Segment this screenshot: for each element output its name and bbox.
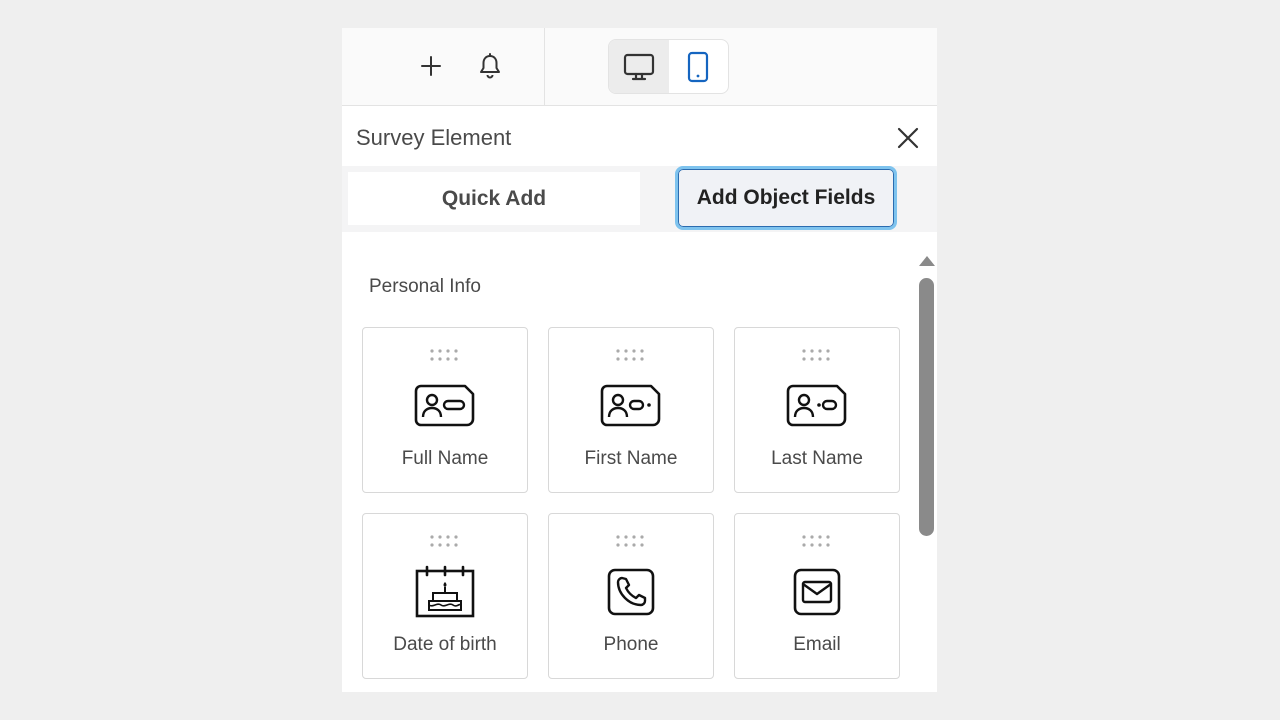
field-card-date-of-birth[interactable]: Date of birth <box>362 513 528 679</box>
panel-title: Survey Element <box>356 125 512 150</box>
drag-handle-icon[interactable] <box>429 534 461 548</box>
field-label: Email <box>793 634 841 655</box>
close-icon <box>897 127 919 149</box>
id-card-icon <box>599 380 663 432</box>
bell-icon <box>480 53 500 79</box>
drag-handle-icon[interactable] <box>429 348 461 362</box>
close-button[interactable] <box>892 122 924 154</box>
field-card-last-name[interactable]: Last Name <box>734 327 900 493</box>
tab-add-object-fields[interactable]: Add Object Fields <box>675 166 897 230</box>
tab-bar: Quick Add Add Object Fields <box>342 166 937 232</box>
mobile-view-button[interactable] <box>669 40 729 93</box>
field-card-email[interactable]: Email <box>734 513 900 679</box>
envelope-icon <box>785 566 849 618</box>
top-toolbar <box>342 28 937 106</box>
drag-handle-icon[interactable] <box>615 348 647 362</box>
panel-header: Survey Element <box>342 106 937 166</box>
drag-handle-icon[interactable] <box>801 348 833 362</box>
scrollbar[interactable] <box>916 256 936 546</box>
field-label: Phone <box>603 634 659 655</box>
section-title: Personal Info <box>369 276 481 297</box>
mobile-phone-icon <box>688 51 709 82</box>
field-label: First Name <box>584 448 678 469</box>
desktop-view-button[interactable] <box>609 40 669 93</box>
field-card-full-name[interactable]: Full Name <box>362 327 528 493</box>
id-card-icon <box>413 380 477 432</box>
field-label: Last Name <box>771 448 863 469</box>
field-card-first-name[interactable]: First Name <box>548 327 714 493</box>
scroll-thumb[interactable] <box>919 278 934 536</box>
field-card-phone[interactable]: Phone <box>548 513 714 679</box>
birthday-cake-icon <box>413 565 477 618</box>
drag-handle-icon[interactable] <box>801 534 833 548</box>
scroll-up-arrow-icon[interactable] <box>919 256 935 266</box>
notifications-button[interactable] <box>472 48 508 84</box>
toolbar-divider <box>544 28 545 106</box>
plus-icon <box>421 56 441 76</box>
desktop-monitor-icon <box>623 53 654 80</box>
tab-quick-add[interactable]: Quick Add <box>348 172 640 225</box>
field-label: Date of birth <box>393 634 497 655</box>
device-preview-toggle <box>608 39 729 94</box>
fields-content: Personal Info Full Name First Name Last … <box>342 232 937 692</box>
phone-icon <box>599 566 663 618</box>
id-card-icon <box>785 380 849 432</box>
survey-element-panel: Survey Element Quick Add Add Object Fiel… <box>342 28 937 692</box>
field-label: Full Name <box>401 448 489 469</box>
drag-handle-icon[interactable] <box>615 534 647 548</box>
add-button[interactable] <box>413 48 449 84</box>
